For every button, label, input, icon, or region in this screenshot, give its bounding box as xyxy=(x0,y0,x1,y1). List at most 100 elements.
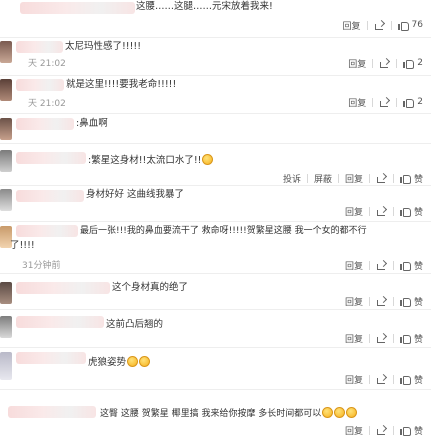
share-icon[interactable] xyxy=(374,20,385,31)
share-icon[interactable] xyxy=(376,173,387,184)
comment-text: 就是这里!!!!要我老命!!!!! xyxy=(66,79,177,90)
share-icon[interactable] xyxy=(379,58,390,69)
like-button[interactable]: 76 xyxy=(397,20,423,31)
like-icon xyxy=(403,58,415,69)
comment-text: 身材好好 这曲线我暴了 xyxy=(86,189,185,200)
blurred-username xyxy=(16,316,104,328)
comment-text: 虎狼姿势 xyxy=(88,356,151,369)
laughing-emoji-icon xyxy=(202,154,214,165)
comment-item: 这腰……这腿……元宋放着我来! 回复 76 xyxy=(0,0,431,38)
comment-text: :鼻血啊 xyxy=(76,118,108,129)
like-button[interactable]: 赞 xyxy=(399,259,423,272)
share-icon[interactable] xyxy=(376,425,387,436)
like-count: 赞 xyxy=(413,375,423,386)
share-icon[interactable] xyxy=(376,260,387,271)
comment-actions: 回复 赞 xyxy=(345,331,423,345)
blurred-username xyxy=(16,41,63,53)
comment-item: 身材好好 这曲线我暴了 回复 赞 xyxy=(0,186,431,222)
avatar[interactable] xyxy=(0,352,12,380)
blurred-username xyxy=(16,190,84,202)
reply-button[interactable]: 回复 xyxy=(345,332,363,345)
like-count: 2 xyxy=(417,58,423,68)
share-icon[interactable] xyxy=(376,206,387,217)
blurred-username xyxy=(20,2,135,14)
blurred-username xyxy=(16,152,86,164)
share-icon[interactable] xyxy=(376,374,387,385)
like-count: 赞 xyxy=(413,207,423,218)
share-icon[interactable] xyxy=(376,333,387,344)
reply-button[interactable]: 回复 xyxy=(345,373,363,386)
report-button[interactable]: 投诉 xyxy=(283,172,301,185)
reply-button[interactable]: 回复 xyxy=(348,96,366,109)
comment-feed: 这腰……这腿……元宋放着我来! 回复 76 太尼玛性感了!!!!! 天 21:0… xyxy=(0,0,431,440)
comment-text: :繁星这身材!!太流口水了!! xyxy=(88,154,214,167)
comment-text: 最后一张!!!我的鼻血要流干了 救命呀!!!!!贺繁星这腰 我一个女的都不行 xyxy=(80,226,367,236)
blurred-username xyxy=(16,225,78,237)
like-icon xyxy=(399,425,411,436)
share-icon[interactable] xyxy=(376,296,387,307)
reply-button[interactable]: 回复 xyxy=(345,205,363,218)
like-icon xyxy=(403,97,415,108)
like-count: 赞 xyxy=(413,426,423,437)
crying-emoji-icon xyxy=(322,407,334,418)
blurred-username xyxy=(8,406,96,418)
comment-text: 这腰……这腿……元宋放着我来! xyxy=(136,1,273,12)
avatar[interactable] xyxy=(0,79,12,101)
comment-text-continued: 了!!!! xyxy=(10,240,35,251)
comment-time: 天 21:02 xyxy=(28,59,66,69)
like-count: 赞 xyxy=(413,174,423,185)
comment-item: :鼻血啊 xyxy=(0,114,431,144)
comment-text: 这前凸后翘的 xyxy=(106,319,164,330)
avatar[interactable] xyxy=(0,316,12,338)
reply-button[interactable]: 回复 xyxy=(345,172,363,185)
comment-item: 这臀 这腰 贺繁星 椰里搞 我来给你按摩 多长时间都可以 回复 赞 xyxy=(0,398,431,440)
block-button[interactable]: 屏蔽 xyxy=(314,172,332,185)
comment-time: 天 21:02 xyxy=(28,99,66,109)
share-icon[interactable] xyxy=(379,97,390,108)
like-button[interactable]: 赞 xyxy=(399,172,423,185)
smirk-emoji-icon xyxy=(127,356,139,367)
like-button[interactable]: 赞 xyxy=(399,205,423,218)
reply-button[interactable]: 回复 xyxy=(348,57,366,70)
comment-actions: 回复 76 xyxy=(343,18,423,32)
avatar[interactable] xyxy=(0,150,12,172)
avatar[interactable] xyxy=(0,118,12,140)
like-button[interactable]: 赞 xyxy=(399,295,423,308)
comment-actions: 回复 赞 xyxy=(345,258,423,272)
like-button[interactable]: 2 xyxy=(403,97,423,108)
crying-emoji-icon xyxy=(334,407,346,418)
comment-item: 就是这里!!!!要我老命!!!!! 天 21:02 回复 2 xyxy=(0,76,431,114)
comment-item: 这前凸后翘的 回复 赞 xyxy=(0,310,431,348)
like-button[interactable]: 赞 xyxy=(399,373,423,386)
like-button[interactable]: 赞 xyxy=(399,424,423,437)
comment-time: 31分钟前 xyxy=(22,261,61,271)
smirk-emoji-icon xyxy=(139,356,151,367)
comment-actions: 回复 赞 xyxy=(345,423,423,437)
reply-button[interactable]: 回复 xyxy=(345,295,363,308)
like-icon xyxy=(399,296,411,307)
like-icon xyxy=(399,333,411,344)
reply-button[interactable]: 回复 xyxy=(345,259,363,272)
comment-item: 这个身材真的绝了 回复 赞 xyxy=(0,274,431,310)
comment-item: 虎狼姿势 回复 赞 xyxy=(0,348,431,390)
reply-button[interactable]: 回复 xyxy=(343,19,361,32)
crying-emoji-icon xyxy=(346,407,358,418)
avatar[interactable] xyxy=(0,41,12,63)
blurred-username xyxy=(16,79,64,91)
avatar[interactable] xyxy=(0,189,12,211)
like-count: 赞 xyxy=(413,261,423,272)
reply-button[interactable]: 回复 xyxy=(345,424,363,437)
blurred-username xyxy=(16,118,74,130)
comment-actions: 投诉 屏蔽 回复 赞 xyxy=(283,171,423,185)
like-count: 赞 xyxy=(413,297,423,308)
like-icon xyxy=(399,374,411,385)
like-count: 2 xyxy=(417,97,423,107)
like-button[interactable]: 2 xyxy=(403,58,423,69)
comment-actions: 回复 2 xyxy=(348,56,423,70)
comment-item: 最后一张!!!我的鼻血要流干了 救命呀!!!!!贺繁星这腰 我一个女的都不行 了… xyxy=(0,222,431,274)
like-button[interactable]: 赞 xyxy=(399,332,423,345)
comment-actions: 回复 赞 xyxy=(345,372,423,386)
like-icon xyxy=(399,206,411,217)
avatar[interactable] xyxy=(0,282,12,304)
comment-actions: 回复 赞 xyxy=(345,294,423,308)
